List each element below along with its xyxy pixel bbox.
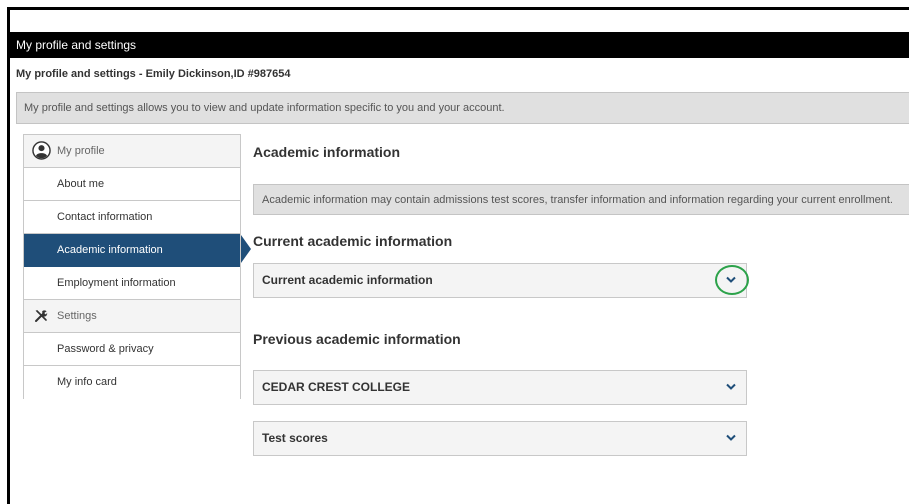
profile-subtitle: My profile and settings - Emily Dickinso… [16, 68, 291, 80]
sidebar-section-my-profile: My profile [24, 135, 240, 168]
active-nav-indicator [241, 235, 251, 263]
user-circle-icon [32, 141, 51, 160]
profile-description-banner: My profile and settings allows you to vi… [16, 92, 909, 124]
sidebar-nav: My profile About me Contact information … [23, 134, 241, 399]
app-window: My profile and settings My profile and s… [7, 7, 909, 504]
sidebar-item-label: Employment information [57, 277, 176, 289]
sidebar-section-settings: Settings [24, 300, 240, 333]
academic-description-banner: Academic information may contain admissi… [253, 184, 909, 215]
sidebar-section-label: My profile [57, 145, 105, 157]
current-academic-heading: Current academic information [253, 233, 453, 249]
sidebar-item-label: My info card [57, 376, 117, 388]
sidebar-section-label: Settings [57, 310, 97, 322]
sidebar-item-my-info-card[interactable]: My info card [24, 366, 240, 399]
tools-icon [35, 310, 48, 322]
accordion-label: Current academic information [262, 273, 433, 287]
test-scores-accordion[interactable]: Test scores [253, 421, 747, 456]
accordion-label: CEDAR CREST COLLEGE [262, 380, 411, 394]
highlight-circle [715, 265, 749, 295]
chevron-down-icon[interactable] [726, 383, 736, 391]
sidebar-item-contact-information[interactable]: Contact information [24, 201, 240, 234]
accordion-label: Test scores [262, 431, 328, 445]
sidebar-item-label: Password & privacy [57, 343, 154, 355]
sidebar-item-label: About me [57, 178, 105, 190]
sidebar-item-academic-information[interactable]: Academic information [24, 234, 240, 267]
previous-academic-heading: Previous academic information [253, 331, 461, 347]
sidebar-item-about-me[interactable]: About me [24, 168, 240, 201]
current-academic-accordion[interactable]: Current academic information [253, 263, 747, 298]
sidebar-item-password-privacy[interactable]: Password & privacy [24, 333, 240, 366]
chevron-down-icon[interactable] [726, 434, 736, 442]
sidebar-item-employment-information[interactable]: Employment information [24, 267, 240, 300]
page-title-bar: My profile and settings [10, 32, 909, 58]
page-title: My profile and settings [16, 38, 137, 52]
cedar-crest-college-accordion[interactable]: CEDAR CREST COLLEGE [253, 370, 747, 405]
sidebar-item-label: Academic information [57, 244, 163, 256]
academic-information-heading: Academic information [253, 144, 401, 160]
sidebar-item-label: Contact information [57, 211, 153, 223]
